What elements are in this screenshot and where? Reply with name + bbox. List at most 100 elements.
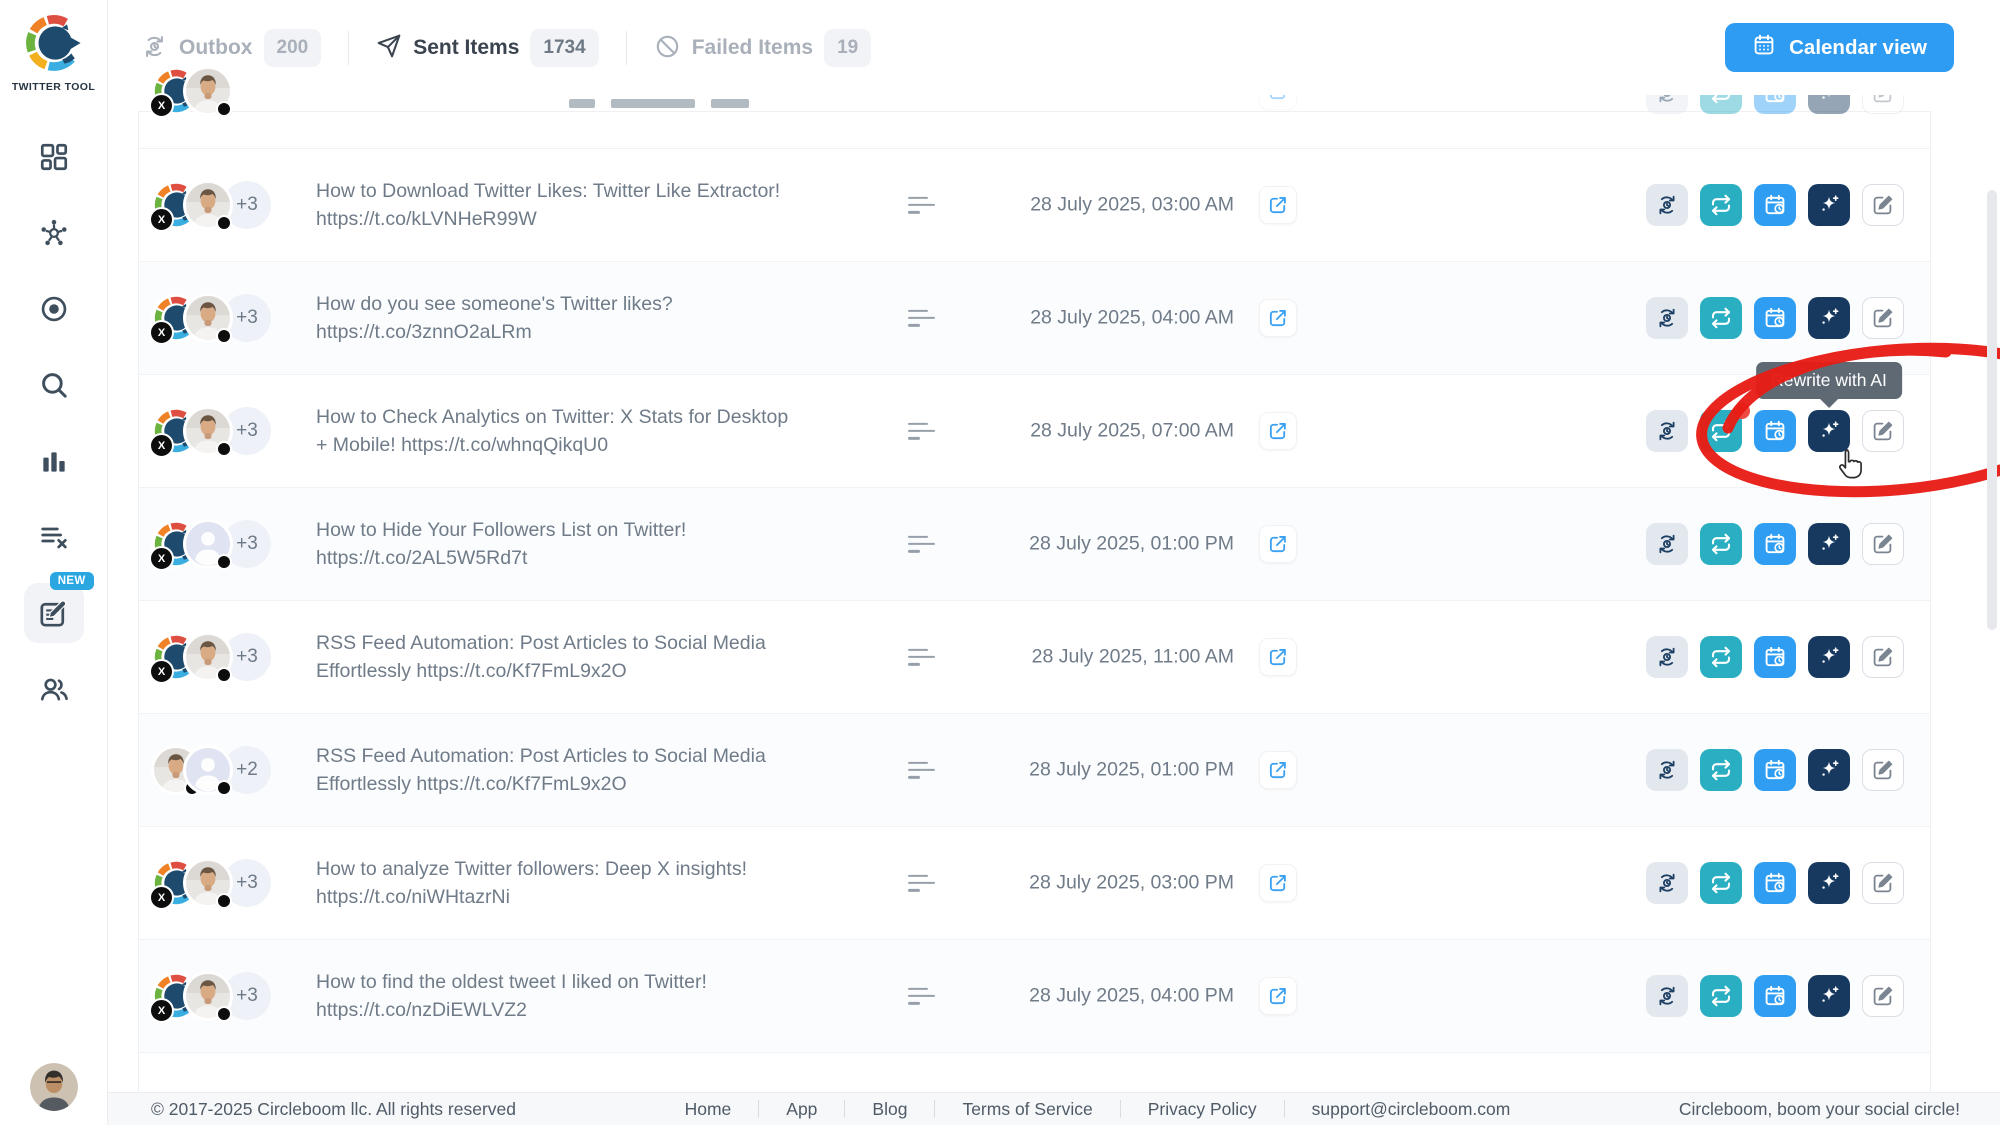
requeue-button[interactable] [1646,297,1688,339]
open-tweet-button[interactable] [1259,299,1297,337]
external-icon [1267,307,1289,329]
tweet-line-1: How to Download Twitter Likes: Twitter L… [316,177,906,205]
edit-button[interactable] [1862,523,1904,565]
reschedule-button[interactable] [1754,975,1796,1017]
table-row[interactable]: X+3RSS Feed Automation: Post Articles to… [139,601,1930,714]
rewrite-ai-button[interactable] [1808,410,1850,452]
copyright-text: © 2017-2025 Circleboom llc. All rights r… [151,1099,516,1120]
sidebar-item-dashboard[interactable] [0,119,107,195]
rewrite-ai-button[interactable] [1808,184,1850,226]
avatar-stack: X+3 [154,407,294,455]
reschedule-button[interactable] [1754,636,1796,678]
compose-icon [37,596,71,630]
calendar-view-button[interactable]: Calendar view [1725,23,1954,72]
rewrite-ai-button[interactable] [1808,749,1850,791]
reschedule-button[interactable] [1754,862,1796,904]
edit-button[interactable] [1862,862,1904,904]
circleboom-logo-icon [25,59,83,76]
requeue-button[interactable] [1646,523,1688,565]
retweet-button[interactable] [1700,523,1742,565]
sidebar-item-analytics[interactable] [0,423,107,499]
edit-button[interactable] [1862,636,1904,678]
tweet-line-2: Effortlessly https://t.co/Kf7FmL9x2O [316,657,906,685]
sidebar-item-search[interactable] [0,347,107,423]
retweet-icon [1709,984,1733,1008]
edit-button[interactable] [1862,184,1904,226]
tweet-text: How to Download Twitter Likes: Twitter L… [316,177,906,233]
requeue-button[interactable] [1646,410,1688,452]
reschedule-button[interactable] [1754,410,1796,452]
edit-button[interactable] [1862,975,1904,1017]
retweet-button[interactable] [1700,862,1742,904]
sidebar-item-users[interactable] [0,651,107,727]
tab-outbox[interactable]: Outbox 200 [141,29,348,67]
reschedule-button[interactable] [1754,184,1796,226]
requeue-button[interactable] [1646,975,1688,1017]
footer-link[interactable]: Blog [845,1099,934,1120]
edit-button[interactable] [1862,297,1904,339]
footer-tagline: Circleboom, boom your social circle! [1679,1099,1960,1120]
table-row[interactable]: +2RSS Feed Automation: Post Articles to … [139,714,1930,827]
open-tweet-button[interactable] [1259,638,1297,676]
man-avatar [186,69,230,113]
open-tweet-button[interactable] [1259,977,1297,1015]
retweet-button[interactable] [1700,975,1742,1017]
text-align-icon [908,531,936,557]
scrollbar[interactable] [1987,190,1997,630]
scheduled-date: 28 July 2025, 11:00 AM [969,646,1234,669]
table-row[interactable]: X+3How to Hide Your Followers List on Tw… [139,488,1930,601]
footer-link[interactable]: Terms of Service [935,1099,1119,1120]
rewrite-ai-button[interactable] [1808,297,1850,339]
tab-count-badge: 1734 [530,29,598,67]
retweet-button[interactable] [1700,636,1742,678]
tab-sent-items[interactable]: Sent Items 1734 [349,29,625,67]
retweet-icon [1709,193,1733,217]
requeue-button[interactable] [1646,862,1688,904]
x-platform-badge: X [149,207,174,232]
sidebar-item-connections[interactable] [0,195,107,271]
ai-icon [1817,645,1841,669]
table-row[interactable]: X+3How to find the oldest tweet I liked … [139,940,1930,1053]
table-row[interactable]: X+3How to analyze Twitter followers: Dee… [139,827,1930,940]
footer-link[interactable]: support@circleboom.com [1285,1099,1538,1120]
sidebar-item-list-remove[interactable] [0,499,107,575]
reschedule-button[interactable] [1754,523,1796,565]
requeue-button[interactable] [1646,184,1688,226]
footer-link[interactable]: Home [658,1099,759,1120]
open-tweet-button[interactable] [1259,864,1297,902]
open-tweet-button[interactable] [1259,412,1297,450]
edit-button[interactable] [1862,410,1904,452]
rewrite-ai-button[interactable] [1808,523,1850,565]
rewrite-ai-button[interactable] [1808,636,1850,678]
profile-avatar[interactable] [30,1063,78,1111]
rewrite-ai-button[interactable] [1808,975,1850,1017]
reschedule-icon [1763,871,1787,895]
requeue-button[interactable] [1646,749,1688,791]
blocked-icon [654,33,681,63]
footer-link[interactable]: App [759,1099,844,1120]
table-row[interactable]: X+3 How to Check Analytics on Twitter: X … [139,375,1930,488]
retweet-button[interactable] [1700,297,1742,339]
analytics-icon [38,445,70,477]
open-tweet-button[interactable] [1259,525,1297,563]
rewrite-ai-button[interactable] [1808,862,1850,904]
retweet-button[interactable] [1700,749,1742,791]
requeue-button[interactable] [1646,636,1688,678]
retweet-button[interactable] [1700,184,1742,226]
reschedule-button[interactable] [1754,749,1796,791]
tab-failed-items[interactable]: Failed Items 19 [627,29,899,67]
requeue-icon [1655,419,1679,443]
tweet-text: How to Check Analytics on Twitter: X Sta… [316,403,906,459]
edit-icon [1871,532,1895,556]
reschedule-button[interactable] [1754,297,1796,339]
table-row[interactable]: X+3How do you see someone's Twitter like… [139,262,1930,375]
open-tweet-button[interactable] [1259,186,1297,224]
sidebar-item-compose[interactable]: NEW [0,575,107,651]
footer-link[interactable]: Privacy Policy [1121,1099,1284,1120]
man-avatar [186,409,230,453]
platform-dot-badge [216,101,232,117]
table-row[interactable]: X+3How to Download Twitter Likes: Twitte… [139,149,1930,262]
open-tweet-button[interactable] [1259,751,1297,789]
edit-button[interactable] [1862,749,1904,791]
sidebar-item-target[interactable] [0,271,107,347]
